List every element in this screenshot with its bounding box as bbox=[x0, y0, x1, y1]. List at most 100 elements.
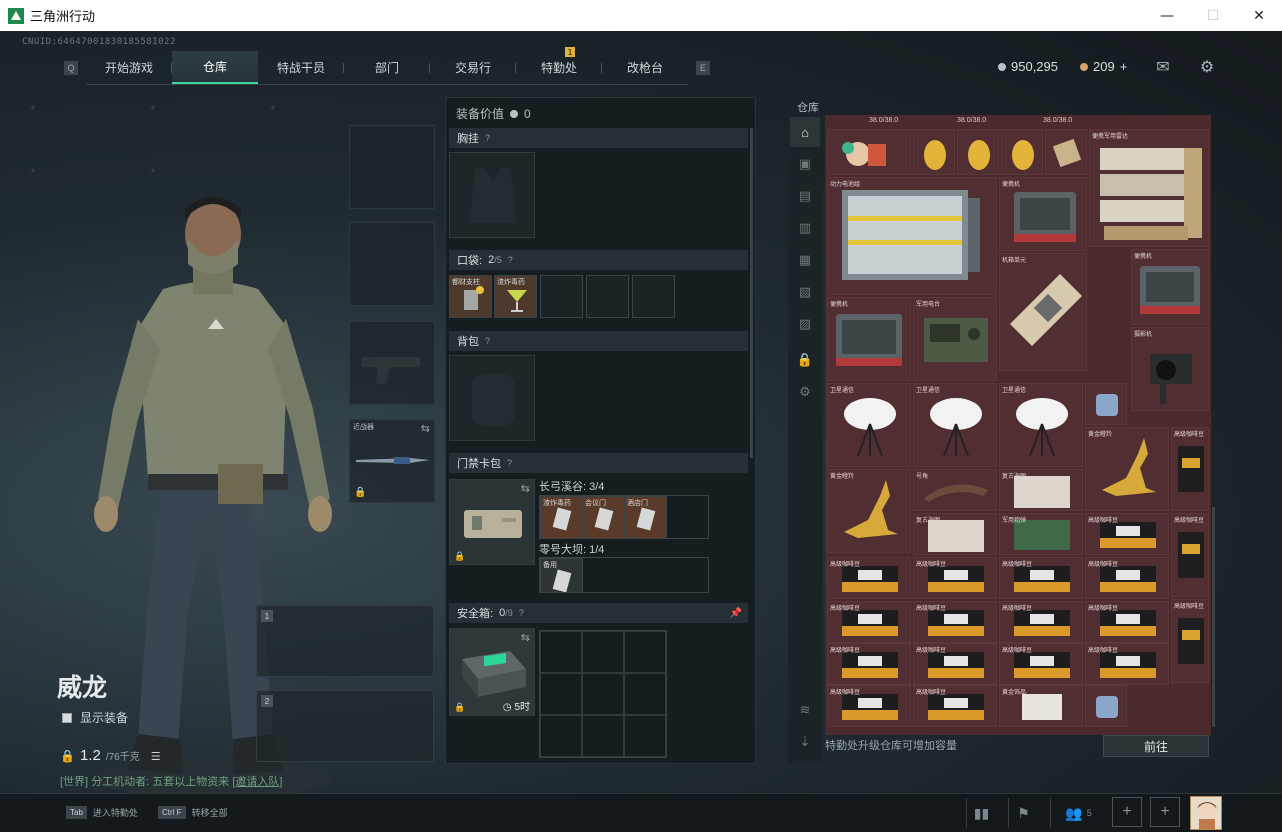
add-party-slot-button[interactable]: + bbox=[1112, 797, 1142, 827]
safebox-cell[interactable] bbox=[624, 673, 666, 715]
help-icon[interactable]: ? bbox=[485, 336, 490, 346]
safebox-cell[interactable] bbox=[582, 631, 624, 673]
swap-icon[interactable]: ⇆ bbox=[521, 482, 530, 495]
keycard-case-slot[interactable]: ⇆ 🔒 bbox=[449, 479, 535, 565]
warehouse-item[interactable] bbox=[1085, 685, 1127, 727]
friends-button[interactable]: 👥 5 bbox=[1050, 798, 1106, 828]
warehouse-item[interactable]: 高级咖啡豆 bbox=[999, 643, 1083, 685]
warehouse-item[interactable]: 军用炮弹 bbox=[999, 513, 1083, 555]
add-tickets-button[interactable]: + bbox=[1120, 59, 1128, 74]
warehouse-item[interactable]: 高级咖啡豆 bbox=[913, 685, 997, 727]
warehouse-item[interactable]: 高级咖啡豆 bbox=[827, 601, 911, 643]
sort-icon[interactable]: ⇣ bbox=[790, 727, 820, 757]
category-keys-icon[interactable]: ▧ bbox=[790, 277, 820, 307]
warehouse-item[interactable]: 高级咖啡豆 bbox=[913, 601, 997, 643]
pistol-slot[interactable] bbox=[349, 321, 435, 405]
swap-icon[interactable]: ⇆ bbox=[521, 631, 530, 644]
pocket-empty-slot[interactable] bbox=[632, 275, 675, 318]
warehouse-item[interactable]: 高级咖啡豆 bbox=[999, 601, 1083, 643]
warehouse-item[interactable]: 高级咖啡豆 bbox=[913, 557, 997, 599]
pocket-empty-slot[interactable] bbox=[586, 275, 629, 318]
safebox-cell[interactable] bbox=[540, 631, 582, 673]
nav-prev-key[interactable]: Q bbox=[64, 61, 78, 75]
safebox-cell[interactable] bbox=[582, 673, 624, 715]
warehouse-item[interactable]: 高级咖啡豆 bbox=[827, 643, 911, 685]
tab-trade[interactable]: 交易行 bbox=[430, 51, 516, 84]
warehouse-item[interactable]: 卫星通信 bbox=[827, 383, 911, 467]
category-loot-icon[interactable]: ▨ bbox=[790, 309, 820, 339]
stats-icon[interactable]: ▮▮ bbox=[966, 798, 996, 828]
tab-operators[interactable]: 特战干员 bbox=[258, 51, 344, 84]
category-all-icon[interactable]: ⌂ bbox=[790, 117, 820, 147]
tab-start-game[interactable]: 开始游戏 bbox=[86, 51, 172, 84]
tab-gunsmith[interactable]: 改枪台 bbox=[602, 51, 688, 84]
safebox-cell[interactable] bbox=[540, 673, 582, 715]
key-item-slot[interactable]: 会议门 bbox=[582, 496, 625, 539]
warehouse-item[interactable] bbox=[913, 129, 955, 175]
currency-tickets[interactable]: 209 + bbox=[1080, 59, 1127, 74]
warehouse-item[interactable]: 高级咖啡豆 bbox=[827, 557, 911, 599]
mail-icon[interactable]: ✉ bbox=[1152, 56, 1174, 78]
help-icon[interactable]: ? bbox=[507, 458, 512, 468]
warehouse-item[interactable]: 摄影机 bbox=[1131, 327, 1209, 411]
warehouse-item[interactable]: 高级咖啡豆 bbox=[1085, 513, 1169, 555]
nav-next-key[interactable]: E bbox=[696, 61, 710, 75]
pocket-item-slot[interactable]: 都财支柱 bbox=[449, 275, 492, 318]
safebox-cell[interactable] bbox=[582, 715, 624, 757]
key-item-slot[interactable]: 备用 bbox=[540, 558, 583, 592]
warehouse-item[interactable]: 黄金饰品 bbox=[999, 685, 1083, 727]
armor-slot[interactable] bbox=[349, 222, 435, 306]
tab-special-ops[interactable]: 1 特勤处 bbox=[516, 47, 602, 84]
safebox-slot[interactable]: ⇆ 🔒 ◷ 5时 bbox=[449, 628, 535, 716]
category-settings-icon[interactable]: ⚙ bbox=[790, 377, 820, 407]
safebox-cell[interactable] bbox=[624, 715, 666, 757]
hint-transfer-all[interactable]: Ctrl F 转移全部 bbox=[158, 806, 228, 819]
pin-icon[interactable]: 📌 bbox=[730, 608, 742, 619]
currency-coins[interactable]: 950,295 bbox=[998, 59, 1058, 74]
warehouse-item[interactable]: 卫星通信 bbox=[913, 383, 997, 467]
warehouse-item[interactable]: 黄金瞪羚 bbox=[827, 469, 911, 553]
minimize-button[interactable]: — bbox=[1144, 0, 1190, 31]
add-party-slot-button[interactable]: + bbox=[1150, 797, 1180, 827]
warehouse-item[interactable] bbox=[957, 129, 999, 175]
help-icon[interactable]: ? bbox=[519, 608, 524, 618]
category-gear-icon[interactable]: ▣ bbox=[790, 149, 820, 179]
settings-gear-icon[interactable]: ⚙ bbox=[1196, 56, 1218, 78]
warehouse-item[interactable]: 机箱单元 bbox=[999, 253, 1087, 371]
category-weapons-icon[interactable]: ▤ bbox=[790, 181, 820, 211]
key-item-slot[interactable]: 渣炸毒药 bbox=[540, 496, 583, 539]
warehouse-item[interactable]: 复古海图 bbox=[913, 513, 997, 555]
warehouse-item[interactable]: 黄金瞪羚 bbox=[1085, 427, 1169, 511]
warehouse-item[interactable]: 高级咖啡豆 bbox=[1085, 557, 1169, 599]
melee-slot[interactable]: 近战器 ⇆ 🔒 bbox=[349, 419, 435, 503]
pocket-item-slot[interactable]: 渣炸毒药 bbox=[494, 275, 537, 318]
warehouse-item[interactable]: 高级咖啡豆 bbox=[913, 643, 997, 685]
tab-warehouse[interactable]: 仓库 bbox=[172, 51, 258, 84]
chat-invite-link[interactable]: [邀请入队] bbox=[232, 776, 282, 788]
chest-rig-slot[interactable] bbox=[449, 152, 535, 238]
close-button[interactable]: ✕ bbox=[1236, 0, 1282, 31]
warehouse-item[interactable] bbox=[1001, 129, 1043, 175]
secondary-weapon-slot[interactable]: 2 bbox=[256, 690, 434, 762]
warehouse-item[interactable]: 卫星通信 bbox=[999, 383, 1083, 467]
warehouse-item[interactable] bbox=[827, 129, 911, 175]
safebox-cell[interactable] bbox=[540, 715, 582, 757]
warehouse-item[interactable]: 高级咖啡豆 bbox=[1171, 427, 1209, 511]
maximize-button[interactable]: ☐ bbox=[1190, 0, 1236, 31]
warehouse-item[interactable]: 高级咖啡豆 bbox=[1171, 599, 1209, 683]
warehouse-item[interactable]: 便携机 bbox=[999, 177, 1087, 251]
warehouse-item[interactable]: 动力电池组 bbox=[827, 177, 997, 295]
equipment-scrollbar[interactable] bbox=[750, 128, 753, 458]
category-locked-icon[interactable]: 🔒 bbox=[790, 345, 820, 375]
show-gear-checkbox[interactable] bbox=[62, 712, 72, 723]
warehouse-item[interactable]: 军用电台 bbox=[913, 297, 997, 381]
key-item-slot[interactable]: 酒店门 bbox=[624, 496, 667, 539]
warehouse-item[interactable]: 便携机 bbox=[827, 297, 911, 381]
warehouse-item[interactable]: 便携机 bbox=[1131, 249, 1209, 325]
helmet-slot[interactable] bbox=[349, 125, 435, 209]
warehouse-item[interactable]: 高级咖啡豆 bbox=[999, 557, 1083, 599]
go-upgrade-button[interactable]: 前往 bbox=[1103, 735, 1209, 757]
swap-icon[interactable]: ⇆ bbox=[421, 422, 430, 435]
warehouse-scrollbar[interactable] bbox=[1212, 507, 1215, 727]
warehouse-item[interactable]: 高级咖啡豆 bbox=[1171, 513, 1209, 597]
